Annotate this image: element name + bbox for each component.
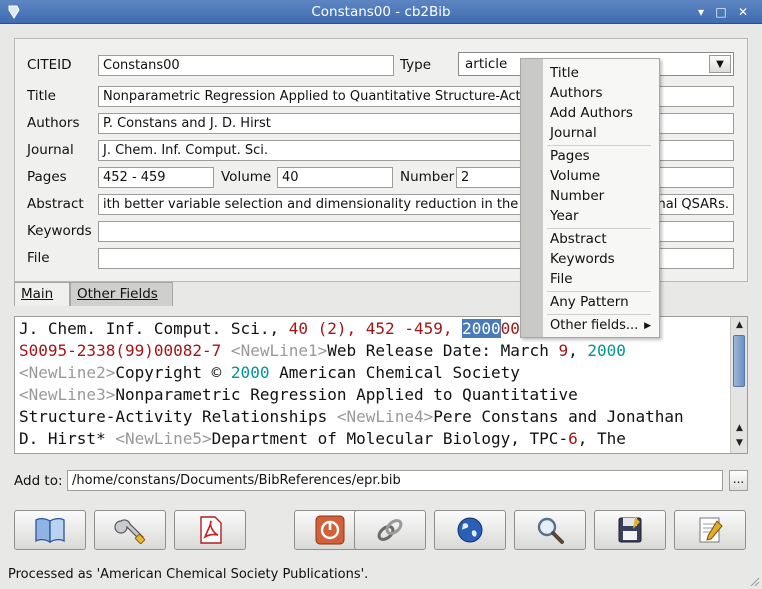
add-to-label: Add to: (14, 473, 63, 489)
close-icon[interactable]: ✕ (736, 5, 750, 19)
tab-main[interactable]: Main (14, 282, 70, 306)
floppy-icon (618, 517, 642, 543)
pdf-icon (200, 516, 222, 544)
menu-item-abstract[interactable]: Abstract (550, 231, 607, 247)
volume-label: Volume (221, 169, 272, 185)
submenu-arrow-icon: ▶ (644, 321, 651, 331)
edit-button[interactable] (674, 510, 746, 550)
editor-scrollbar[interactable]: ▲ ▲ ▼ (730, 317, 747, 453)
citeid-label: CITEID (27, 57, 72, 73)
pdf-button[interactable] (174, 510, 246, 550)
menu-item-journal[interactable]: Journal (550, 125, 597, 141)
abstract-text: ith better variable selection and dimens… (103, 197, 538, 212)
status-bar-text: Processed as 'American Chemical Society … (8, 567, 369, 582)
minimize-icon[interactable]: ▾ (694, 5, 708, 19)
resize-grip-icon[interactable] (748, 575, 760, 587)
window-title: Constans00 - cb2Bib (311, 4, 451, 20)
notepad-icon (699, 517, 723, 543)
power-icon (315, 515, 345, 545)
menu-item-keywords[interactable]: Keywords (550, 251, 615, 267)
type-label: Type (400, 57, 432, 73)
bib-file-path-field[interactable]: /home/constans/Documents/BibReferences/e… (67, 470, 723, 491)
menu-separator (547, 228, 651, 229)
maximize-icon[interactable]: □ (714, 5, 728, 19)
menu-item-add-authors[interactable]: Add Authors (550, 105, 633, 121)
file-label: File (27, 250, 50, 266)
configure-button[interactable] (94, 510, 166, 550)
wrench-icon (114, 519, 146, 545)
scroll-thumb[interactable] (733, 335, 745, 387)
menu-item-title[interactable]: Title (550, 65, 579, 81)
scroll-up-icon[interactable]: ▲ (732, 318, 747, 333)
keywords-label: Keywords (27, 223, 92, 239)
citeid-field[interactable]: Constans00 (98, 55, 394, 76)
scroll-up-icon-lower[interactable]: ▲ (732, 421, 747, 436)
menu-item-authors[interactable]: Authors (550, 85, 602, 101)
authors-label: Authors (27, 115, 80, 131)
search-button[interactable] (514, 510, 586, 550)
menu-separator (547, 314, 651, 315)
title-bar: Constans00 - cb2Bib ▾ □ ✕ (0, 0, 762, 24)
save-button[interactable] (594, 510, 666, 550)
menu-item-pages[interactable]: Pages (550, 148, 590, 164)
menu-separator (547, 145, 651, 146)
menu-item-year[interactable]: Year (550, 208, 579, 224)
browse-button[interactable]: ... (729, 470, 748, 491)
menu-item-any-pattern[interactable]: Any Pattern (550, 294, 629, 310)
journal-label: Journal (27, 142, 74, 158)
globe-icon (457, 517, 483, 543)
menu-item-volume[interactable]: Volume (550, 168, 600, 184)
abstract-text-tail: nal QSARs. (657, 197, 729, 212)
magnifier-icon (537, 517, 564, 544)
abstract-label: Abstract (27, 196, 84, 212)
tab-other-fields[interactable]: Other Fields (70, 282, 173, 306)
book-icon (35, 517, 65, 544)
type-value: article (465, 56, 508, 72)
pages-field[interactable]: 452 - 459 (98, 167, 214, 188)
title-label: Title (27, 88, 56, 104)
network-button[interactable] (434, 510, 506, 550)
scroll-down-icon[interactable]: ▼ (732, 436, 747, 451)
field-context-menu: Title Authors Add Authors Journal Pages … (520, 58, 660, 338)
menu-item-file[interactable]: File (550, 271, 573, 287)
chain-icon (377, 519, 403, 541)
menu-item-number[interactable]: Number (550, 188, 604, 204)
link-button[interactable] (354, 510, 426, 550)
open-bib-button[interactable] (14, 510, 86, 550)
number-label: Number (400, 169, 455, 185)
volume-field[interactable]: 40 (277, 167, 393, 188)
pages-label: Pages (27, 169, 67, 185)
menu-gutter (521, 59, 543, 337)
menu-separator (547, 291, 651, 292)
chevron-down-icon[interactable]: ▼ (709, 55, 731, 73)
menu-item-other-fields[interactable]: Other fields... (550, 318, 638, 333)
